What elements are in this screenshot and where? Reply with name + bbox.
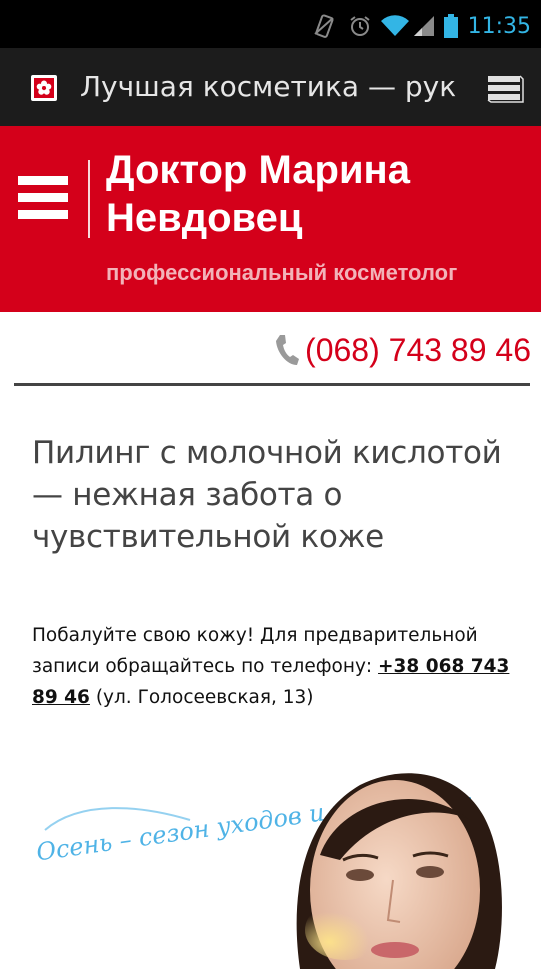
header-divider	[88, 160, 90, 238]
hamburger-icon[interactable]	[18, 176, 68, 222]
alarm-icon	[350, 16, 370, 36]
header-separator	[14, 383, 530, 386]
signal-icon	[414, 16, 434, 36]
article-title: Пилинг с молочной кислотой — нежная забо…	[32, 435, 502, 555]
brand-name[interactable]: Доктор Марина Невдовец	[106, 146, 526, 242]
vibrate-icon	[314, 14, 334, 38]
stacked-pages-icon[interactable]	[486, 74, 524, 104]
phone-handset-icon	[276, 335, 300, 365]
phone-number[interactable]: (068) 743 89 46	[305, 332, 531, 369]
page-title: Лучшая косметика — рук	[80, 70, 457, 103]
battery-icon	[444, 14, 458, 38]
status-time: 11:35	[467, 14, 531, 39]
flower-favicon-icon	[31, 75, 57, 101]
status-bar: 11:35	[0, 0, 541, 48]
brand-subtitle: профессиональный косметолог	[106, 260, 458, 285]
article-intro: Побалуйте свою кожу! Для предварительной…	[32, 620, 522, 713]
promo-banner: Осень – сезон уходов и пилингов…	[35, 773, 502, 969]
header-phone[interactable]: (068) 743 89 46	[273, 328, 531, 372]
wifi-icon	[381, 15, 409, 37]
address-text: (ул. Голосеевская, 13)	[89, 687, 314, 708]
